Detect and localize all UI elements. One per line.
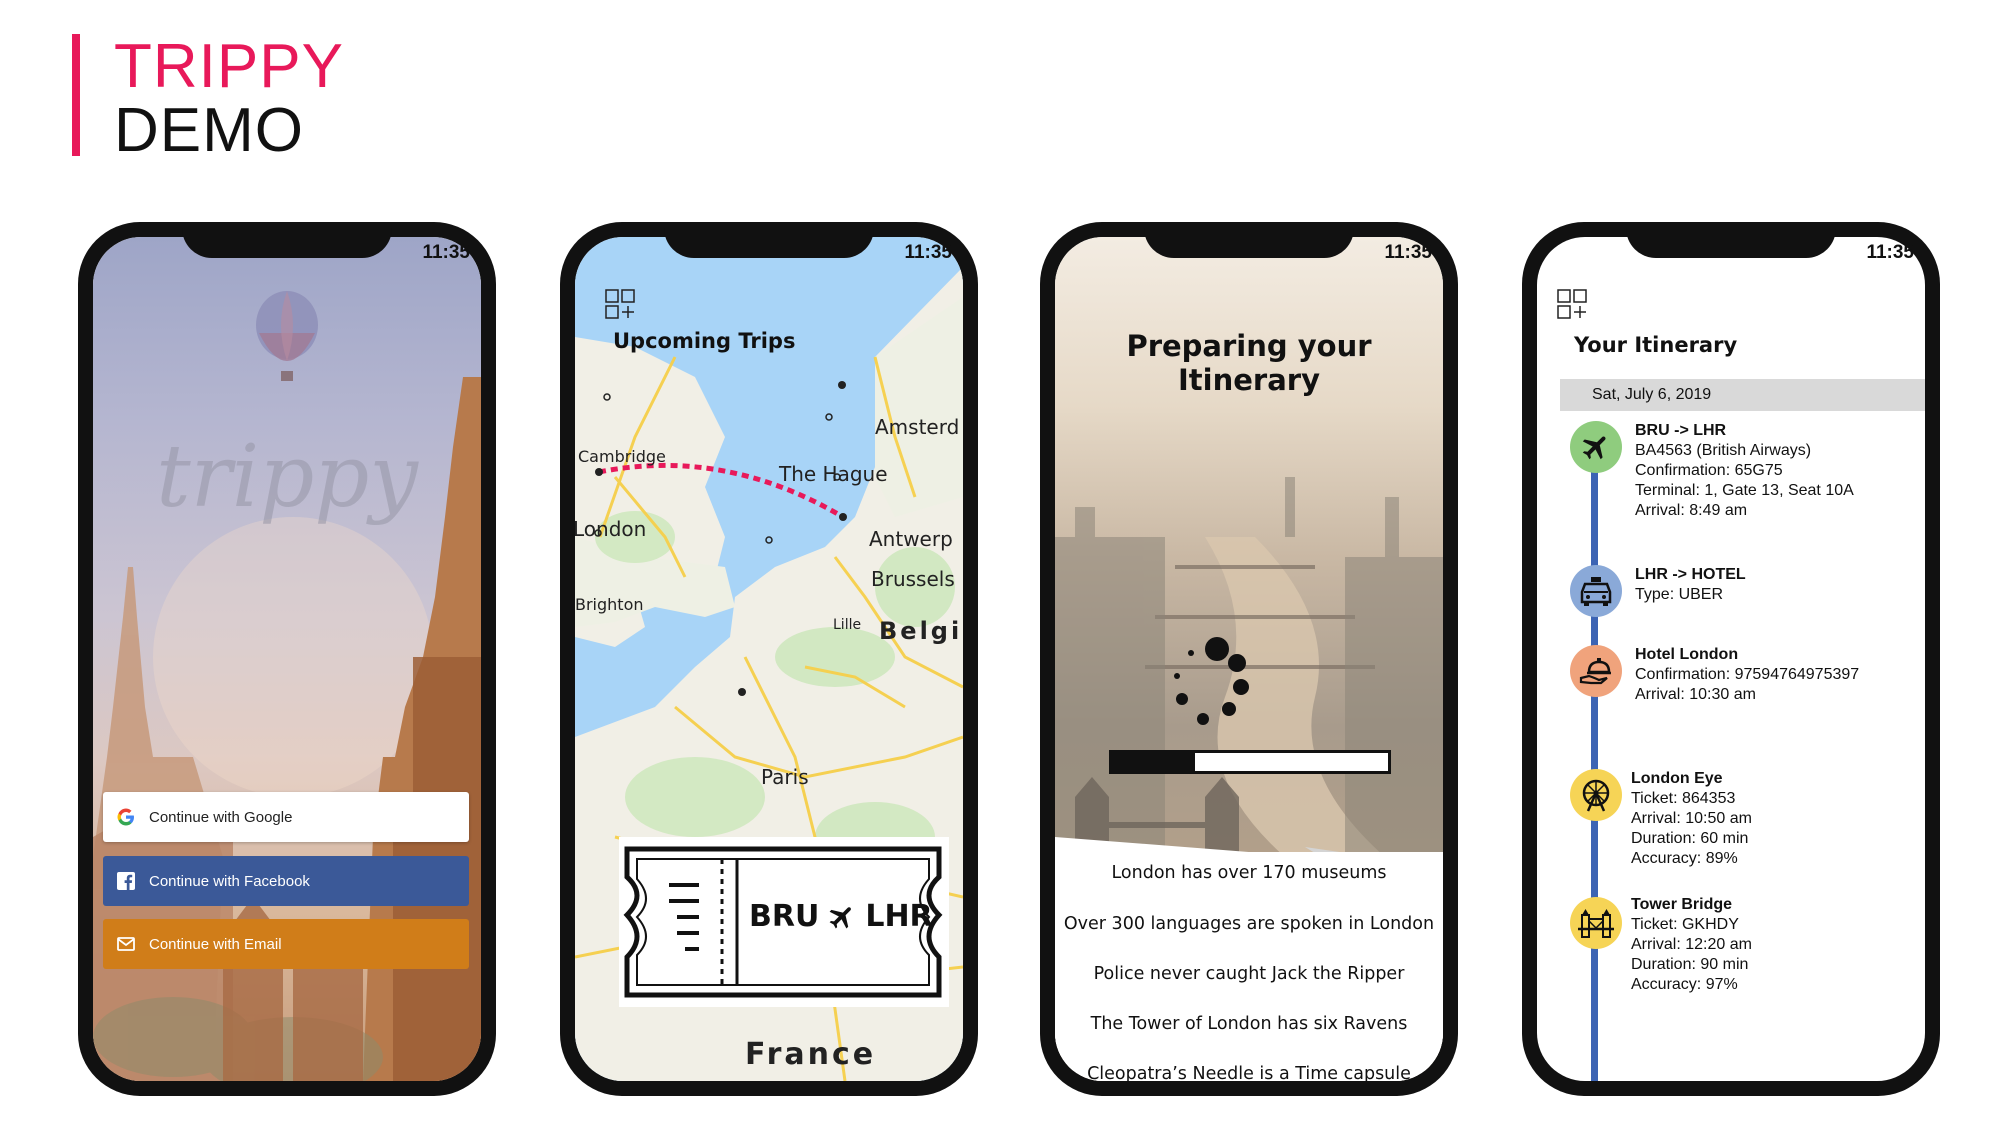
stop-title: Tower Bridge: [1631, 896, 1733, 913]
hotel-service-icon: [1579, 658, 1611, 685]
stop-detail: Duration: 90 min: [1631, 956, 1749, 973]
stop-detail: Arrival: 8:49 am: [1635, 502, 1748, 519]
stop-detail: Terminal: 1, Gate 13, Seat 10A: [1635, 482, 1854, 499]
map-label-brussels: Brussels: [871, 567, 955, 591]
airplane-icon: [829, 906, 852, 928]
upcoming-trips-screen: Upcoming Trips Amsterd The Hague Cambrid…: [575, 237, 963, 1081]
continue-with-google-button[interactable]: Continue with Google: [103, 792, 469, 842]
fact-item: Over 300 languages are spoken in London: [1063, 914, 1435, 934]
map-label-paris: Paris: [761, 765, 809, 789]
phone-notch: [1626, 222, 1836, 258]
stop-title: Hotel London: [1635, 646, 1739, 663]
stop-title: LHR -> HOTEL: [1635, 566, 1746, 583]
taxi-stop[interactable]: LHR -> HOTEL Type: UBER: [1635, 565, 1746, 605]
taxi-icon: [1580, 577, 1612, 606]
preparing-itinerary-screen: Preparing your Itinerary London has over…: [1055, 237, 1443, 1081]
facebook-button-label: Continue with Facebook: [149, 872, 310, 890]
stop-detail: Type: UBER: [1635, 586, 1724, 603]
map-label-lille: Lille: [833, 617, 862, 633]
flight-stop-icon: [1570, 421, 1622, 473]
ticket-origin: BRU: [749, 899, 820, 934]
continue-with-email-button[interactable]: Continue with Email: [103, 919, 469, 969]
ferris-wheel-icon: [1582, 779, 1610, 812]
stop-detail: Ticket: GKHDY: [1631, 916, 1739, 933]
london-facts-panel: London has over 170 museums Over 300 lan…: [1055, 852, 1443, 1081]
flight-stop[interactable]: BRU -> LHR BA4563 (British Airways) Conf…: [1635, 421, 1854, 521]
itinerary-progress-bar: [1109, 750, 1391, 774]
fact-item: London has over 170 museums: [1111, 863, 1387, 883]
phone-notch: [664, 222, 874, 258]
email-button-label: Continue with Email: [149, 935, 282, 953]
stop-detail: Confirmation: 65G75: [1635, 462, 1783, 479]
mail-icon: [115, 933, 137, 955]
grid-menu-icon[interactable]: [1557, 289, 1589, 321]
status-time: 11:35: [1866, 242, 1914, 263]
header-title: TRIPPY: [114, 32, 344, 101]
stop-detail: Duration: 60 min: [1631, 830, 1749, 847]
phone-notch: [1144, 222, 1354, 258]
progress-fill: [1112, 753, 1195, 771]
map-label-france: France: [745, 1037, 877, 1072]
trip-ticket-card[interactable]: BRU LHR: [619, 837, 949, 1007]
phone-upcoming-trips: Upcoming Trips Amsterd The Hague Cambrid…: [560, 222, 978, 1096]
map-label-cambridge: Cambridge: [578, 447, 666, 466]
stop-detail: Arrival: 10:50 am: [1631, 810, 1752, 827]
tower-bridge-stop-icon: [1570, 897, 1622, 949]
header-accent-bar: [72, 34, 80, 156]
fact-item: Cleopatra’s Needle is a Time capsule: [1087, 1064, 1411, 1081]
stop-detail: Ticket: 864353: [1631, 790, 1736, 807]
hotel-stop-icon: [1570, 645, 1622, 697]
stop-detail: Accuracy: 97%: [1631, 976, 1738, 993]
map-label-london: London: [575, 517, 647, 541]
preparing-itinerary-title: Preparing your Itinerary: [1126, 329, 1372, 397]
header-subtitle: DEMO: [114, 96, 304, 165]
airplane-icon: [1582, 436, 1606, 460]
login-screen: trippy Continue with Google Continue wit…: [93, 237, 481, 1081]
upcoming-trips-title: Upcoming Trips: [613, 329, 796, 353]
london-eye-stop[interactable]: London Eye Ticket: 864353 Arrival: 10:50…: [1631, 769, 1752, 869]
timeline-line: [1591, 437, 1598, 1081]
status-time: 11:35: [1384, 242, 1432, 263]
stop-detail: Arrival: 10:30 am: [1635, 686, 1756, 703]
ticket-destination: LHR: [865, 899, 933, 934]
stop-title: London Eye: [1631, 770, 1723, 787]
google-button-label: Continue with Google: [149, 808, 293, 826]
fact-item: Police never caught Jack the Ripper: [1093, 964, 1405, 984]
your-itinerary-title: Your Itinerary: [1574, 333, 1738, 357]
balloon-icon: [256, 291, 318, 381]
map-label-brighton: Brighton: [575, 595, 644, 614]
grid-menu-icon[interactable]: [605, 289, 637, 321]
london-eye-stop-icon: [1570, 769, 1622, 821]
map-label-amsterdam: Amsterd: [875, 415, 960, 439]
phone-your-itinerary: Your Itinerary Sat, July 6, 2019 BRU -> …: [1522, 222, 1940, 1096]
map-label-belgium: Belgiu: [879, 617, 963, 645]
itinerary-date-bar: Sat, July 6, 2019: [1560, 379, 1925, 411]
continue-with-facebook-button[interactable]: Continue with Facebook: [103, 856, 469, 906]
your-itinerary-screen: Your Itinerary Sat, July 6, 2019 BRU -> …: [1537, 237, 1925, 1081]
stop-title: BRU -> LHR: [1635, 422, 1727, 439]
hotel-stop[interactable]: Hotel London Confirmation: 9759476497539…: [1635, 645, 1859, 705]
map-label-the-hague: The Hague: [779, 462, 888, 486]
google-icon: [115, 806, 137, 828]
status-time: 11:35: [904, 242, 952, 263]
trippy-logo: trippy: [156, 427, 418, 527]
tower-bridge-icon: [1578, 909, 1614, 938]
loading-spinner-icon: [1174, 637, 1249, 725]
facebook-icon: [115, 870, 137, 892]
phone-notch: [182, 222, 392, 258]
tower-bridge-stop[interactable]: Tower Bridge Ticket: GKHDY Arrival: 12:2…: [1631, 895, 1752, 995]
stop-detail: BA4563 (British Airways): [1635, 442, 1812, 459]
stop-detail: Arrival: 12:20 am: [1631, 936, 1752, 953]
taxi-stop-icon: [1570, 565, 1622, 617]
phone-login: trippy Continue with Google Continue wit…: [78, 222, 496, 1096]
fact-item: The Tower of London has six Ravens: [1090, 1014, 1408, 1034]
phone-preparing-itinerary: Preparing your Itinerary London has over…: [1040, 222, 1458, 1096]
stop-detail: Accuracy: 89%: [1631, 850, 1738, 867]
map-label-antwerp: Antwerp: [869, 527, 953, 551]
stop-detail: Confirmation: 97594764975397: [1635, 666, 1860, 683]
status-time: 11:35: [422, 242, 470, 263]
